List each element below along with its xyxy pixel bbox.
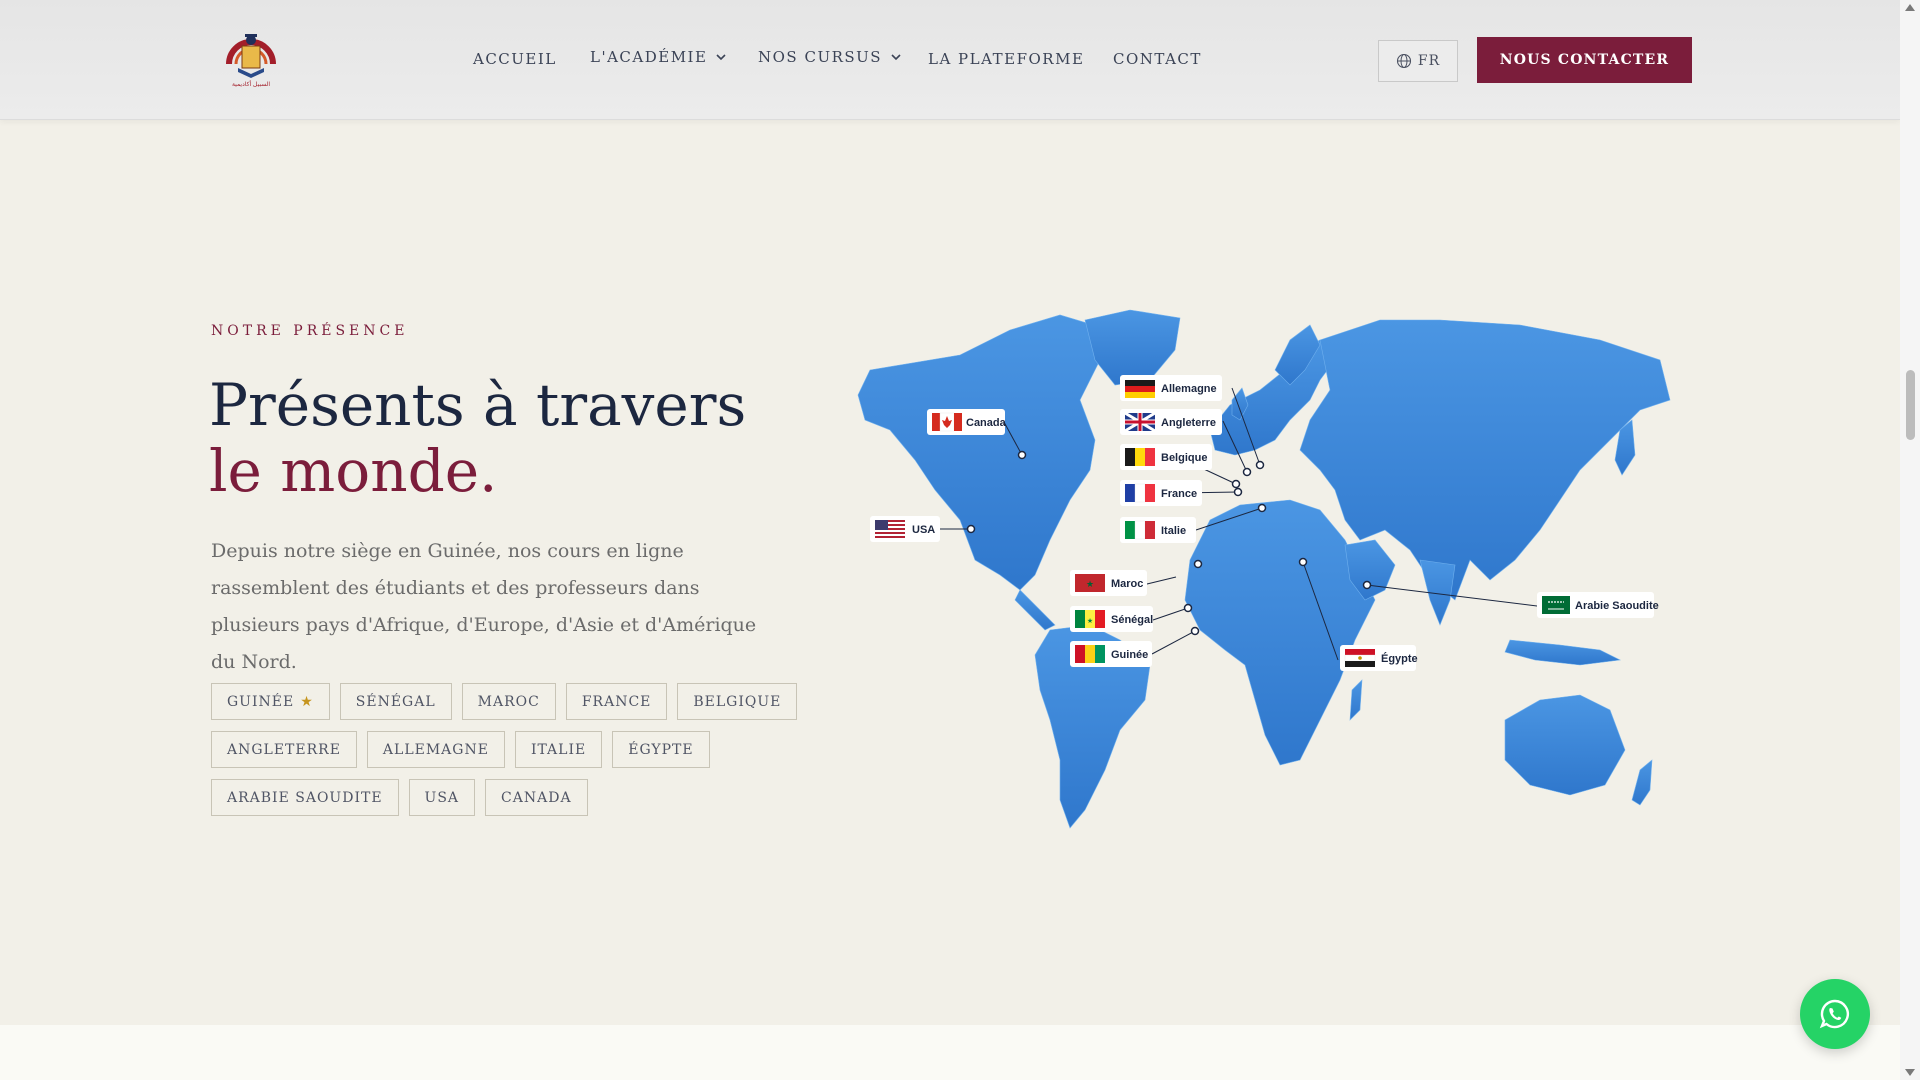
svg-text:★: ★: [1086, 579, 1094, 589]
next-section-band: [0, 1025, 1900, 1080]
svg-text:Belgique: Belgique: [1161, 452, 1207, 464]
map-label-senegal: ★ Sénégal: [1070, 606, 1153, 632]
central-america-shape: [1014, 589, 1056, 631]
new-zealand-shape: [1631, 759, 1653, 806]
title-line-1: Présents à travers: [209, 371, 747, 439]
tag-row: ANGLETERRE ALLEMAGNE ITALIE ÉGYPTE: [211, 731, 791, 768]
tag-label: GUINÉE: [227, 693, 295, 710]
nav-contact[interactable]: CONTACT: [1113, 50, 1202, 68]
madagascar-shape: [1349, 679, 1363, 721]
svg-text:Maroc: Maroc: [1111, 578, 1143, 590]
location-dot: [1183, 603, 1193, 613]
nav-plateforme[interactable]: LA PLATEFORME: [928, 50, 1084, 68]
country-tag-arabie: ARABIE SAOUDITE: [211, 779, 399, 816]
country-tag-guinee: GUINÉE ★: [211, 683, 330, 720]
svg-text:Arabie Saoudite: Arabie Saoudite: [1575, 600, 1659, 612]
map-label-guinee: Guinée: [1070, 641, 1152, 667]
indonesia-shape: [1504, 639, 1622, 666]
svg-text:★: ★: [1087, 617, 1093, 625]
language-selector[interactable]: FR: [1378, 40, 1458, 82]
whatsapp-icon: [1819, 999, 1849, 1029]
country-tag-senegal: SÉNÉGAL: [339, 683, 452, 720]
map-label-maroc: ★ Maroc: [1070, 570, 1147, 596]
svg-text:Canada: Canada: [966, 417, 1007, 429]
country-tag-canada: CANADA: [485, 779, 588, 816]
section-title: Présents à travers le monde.: [209, 372, 829, 504]
greenland-shape: [1084, 309, 1181, 386]
location-dot: [1231, 479, 1241, 489]
country-tag-france: FRANCE: [565, 683, 668, 720]
scroll-down-arrow-icon[interactable]: [1905, 1069, 1915, 1076]
location-dot: [1255, 460, 1265, 470]
north-america-shape: [857, 314, 1111, 591]
globe-icon: [1396, 53, 1411, 69]
country-tag-allemagne: ALLEMAGNE: [366, 731, 505, 768]
country-tag-belgique: BELGIQUE: [677, 683, 798, 720]
section-description: Depuis notre siège en Guinée, nos cours …: [211, 540, 757, 673]
location-dot: [966, 524, 976, 534]
map-label-canada: Canada: [927, 409, 1007, 435]
map-label-angleterre: Angleterre: [1120, 409, 1222, 435]
chevron-down-icon: [716, 54, 727, 61]
nav-cursus[interactable]: NOS CURSUS: [758, 48, 902, 66]
country-tag-angleterre: ANGLETERRE: [211, 731, 357, 768]
australia-shape: [1504, 694, 1626, 796]
svg-text:Italie: Italie: [1161, 525, 1186, 537]
location-dot: [1193, 559, 1203, 569]
location-dot: [1017, 450, 1027, 460]
world-map: Allemagne Angleterre Belgique France Ita…: [857, 309, 1671, 829]
language-label: FR: [1417, 53, 1441, 69]
us-flag: [875, 520, 905, 538]
svg-text:السبيل أكاديمية: السبيل أكاديمية: [232, 80, 270, 88]
contact-us-button[interactable]: NOUS CONTACTER: [1477, 37, 1692, 83]
title-line-2: le monde.: [209, 437, 498, 505]
country-tags: GUINÉE ★ SÉNÉGAL MAROC FRANCE BELGIQUE A…: [211, 683, 798, 827]
whatsapp-button[interactable]: [1800, 979, 1870, 1049]
svg-text:USA: USA: [912, 524, 935, 536]
chevron-down-icon: [891, 54, 901, 61]
nav-cursus-label: NOS CURSUS: [758, 48, 883, 66]
nav-accueil[interactable]: ACCUEIL: [473, 50, 557, 68]
nav-accueil-label: ACCUEIL: [473, 50, 557, 68]
svg-text:Sénégal: Sénégal: [1111, 614, 1153, 626]
location-dot: [1362, 580, 1372, 590]
country-tag-italie: ITALIE: [514, 731, 603, 768]
svg-text:Angleterre: Angleterre: [1161, 417, 1216, 429]
star-icon: ★: [300, 693, 314, 710]
map-label-france: France: [1120, 480, 1202, 506]
location-dot: [1233, 487, 1243, 497]
country-tag-maroc: MAROC: [461, 683, 556, 720]
tag-row: ARABIE SAOUDITE USA CANADA: [211, 779, 791, 816]
location-dot: [1298, 557, 1308, 567]
map-label-italie: Italie: [1120, 517, 1196, 543]
africa-shape: [1184, 499, 1376, 766]
site-header: السبيل أكاديمية ACCUEIL L'ACADÉMIE NOS C…: [0, 0, 1900, 120]
svg-text:Égypte: Égypte: [1381, 652, 1418, 665]
page-scrollbar[interactable]: [1900, 0, 1920, 1080]
location-dot: [1242, 467, 1252, 477]
svg-text:Guinée: Guinée: [1111, 649, 1148, 661]
tag-row: GUINÉE ★ SÉNÉGAL MAROC FRANCE BELGIQUE: [211, 683, 798, 720]
map-label-allemagne: Allemagne: [1120, 375, 1222, 401]
map-label-egypte: Égypte: [1340, 645, 1418, 671]
svg-text:Allemagne: Allemagne: [1161, 383, 1217, 395]
location-dot: [1257, 503, 1267, 513]
continents: [857, 309, 1671, 829]
country-tag-usa: USA: [408, 779, 476, 816]
scroll-up-arrow-icon[interactable]: [1905, 4, 1915, 11]
section-eyebrow: NOTRE PRÉSENCE: [211, 323, 409, 339]
scrollbar-thumb[interactable]: [1906, 370, 1915, 440]
map-label-usa: USA: [870, 516, 940, 542]
nav-academie[interactable]: L'ACADÉMIE: [590, 48, 727, 66]
map-label-arabie-saoudite: Arabie Saoudite: [1537, 592, 1659, 618]
map-label-belgique: Belgique: [1120, 444, 1212, 470]
country-tag-egypte: ÉGYPTE: [612, 731, 710, 768]
nav-academie-label: L'ACADÉMIE: [590, 48, 708, 66]
nav-plateforme-label: LA PLATEFORME: [928, 50, 1085, 68]
svg-text:France: France: [1161, 488, 1197, 500]
location-dot: [1190, 626, 1200, 636]
nav-contact-label: CONTACT: [1113, 50, 1202, 68]
